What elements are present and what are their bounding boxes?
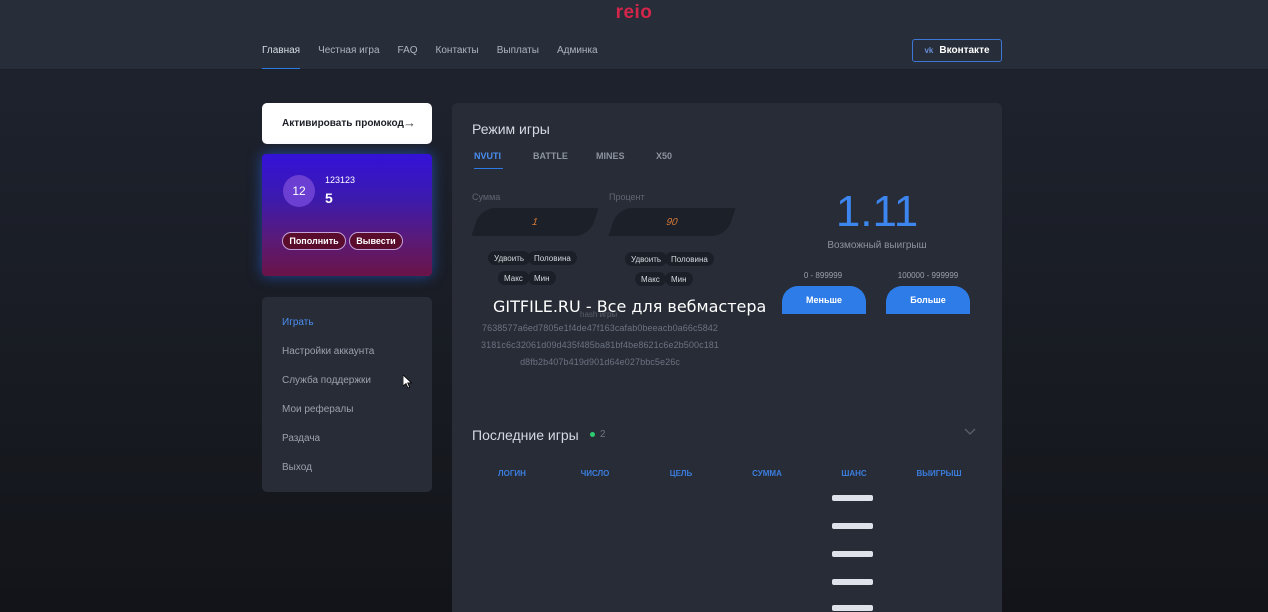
vk-button-label: Вконтакте bbox=[939, 45, 990, 56]
side-item-support[interactable]: Служба поддержки bbox=[282, 375, 371, 386]
nav-item-payouts[interactable]: Выплаты bbox=[497, 45, 539, 69]
nav-item-faq[interactable]: FAQ bbox=[398, 45, 418, 69]
loading-placeholder bbox=[832, 495, 873, 501]
last-games-count: 2 bbox=[600, 429, 606, 440]
tab-x50[interactable]: X50 bbox=[656, 151, 672, 170]
column-sum: СУММА bbox=[752, 469, 782, 478]
user-card: 12 123123 5 Пополнить Вывести bbox=[262, 154, 432, 276]
side-menu: Играть Настройки аккаунта Служба поддерж… bbox=[262, 297, 432, 492]
sum-input[interactable] bbox=[471, 208, 599, 236]
vk-login-button[interactable]: vk Вконтакте bbox=[912, 39, 1002, 62]
arrow-right-icon: → bbox=[403, 115, 416, 130]
withdraw-button[interactable]: Вывести bbox=[349, 232, 403, 250]
tab-mines[interactable]: MINES bbox=[596, 151, 625, 170]
nav-item-admin[interactable]: Админка bbox=[557, 45, 598, 69]
mouse-cursor-icon bbox=[403, 375, 412, 389]
loading-placeholder bbox=[832, 523, 873, 529]
last-games-title: Последние игры bbox=[472, 427, 579, 443]
nav-item-contacts[interactable]: Контакты bbox=[436, 45, 479, 69]
column-target: ЦЕЛЬ bbox=[669, 469, 693, 478]
online-dot bbox=[590, 432, 595, 437]
avatar: 12 bbox=[283, 175, 315, 207]
promo-label: Активировать промокод bbox=[282, 118, 404, 129]
sum-max-button[interactable]: Макс bbox=[498, 271, 529, 285]
possible-win-label: Возможный выигрыш bbox=[827, 240, 927, 251]
less-range: 0 - 899999 bbox=[803, 271, 843, 280]
user-name: 123123 bbox=[325, 175, 356, 185]
column-win: ВЫИГРЫШ bbox=[916, 469, 962, 478]
loading-placeholder bbox=[832, 579, 873, 585]
sum-half-button[interactable]: Половина bbox=[528, 251, 577, 265]
sum-label: Сумма bbox=[472, 192, 501, 202]
activate-promo-button[interactable]: Активировать промокод → bbox=[262, 103, 432, 144]
hash-line: 7638577a6ed7805e1f4de47f163cafab0beeacb0… bbox=[481, 323, 719, 333]
top-header: reio Главная Честная игра FAQ Контакты В… bbox=[0, 0, 1268, 70]
side-item-referrals[interactable]: Мои рефералы bbox=[282, 404, 353, 415]
game-mode-title: Режим игры bbox=[472, 121, 550, 137]
percent-max-button[interactable]: Макс bbox=[635, 272, 666, 286]
sum-double-button[interactable]: Удвоить bbox=[488, 251, 531, 265]
column-number: ЧИСЛО bbox=[580, 469, 610, 478]
side-item-account-settings[interactable]: Настройки аккаунта bbox=[282, 346, 374, 357]
percent-label: Процент bbox=[609, 192, 645, 202]
vk-icon: vk bbox=[924, 46, 934, 55]
hash-line: 3181c6c32061d09d435f485ba81bf4be8621c6e2… bbox=[480, 340, 720, 350]
side-item-play[interactable]: Играть bbox=[282, 317, 314, 328]
watermark-text: GITFILE.RU - Все для вебмастера bbox=[493, 297, 767, 316]
nav-item-home[interactable]: Главная bbox=[262, 45, 301, 69]
bet-more-button[interactable]: Больше bbox=[886, 286, 970, 314]
site-logo[interactable]: reio bbox=[0, 2, 1268, 24]
side-item-giveaway[interactable]: Раздача bbox=[282, 433, 320, 444]
side-item-logout[interactable]: Выход bbox=[282, 462, 312, 473]
chevron-down-icon[interactable] bbox=[964, 425, 976, 437]
tab-nvuti[interactable]: NVUTI bbox=[474, 151, 503, 170]
loading-placeholder bbox=[832, 605, 873, 611]
sum-min-button[interactable]: Мин bbox=[528, 271, 556, 285]
percent-input[interactable] bbox=[608, 208, 736, 236]
more-range: 100000 - 999999 bbox=[897, 271, 959, 280]
win-multiplier: 1.11 bbox=[835, 187, 919, 236]
percent-half-button[interactable]: Половина bbox=[665, 252, 714, 266]
main-nav: Главная Честная игра FAQ Контакты Выплат… bbox=[262, 45, 616, 69]
percent-double-button[interactable]: Удвоить bbox=[625, 252, 668, 266]
bet-less-button[interactable]: Меньше bbox=[782, 286, 866, 314]
nav-item-fair-game[interactable]: Честная игра bbox=[318, 45, 379, 69]
game-panel: Режим игры NVUTI BATTLE MINES X50 Сумма … bbox=[452, 103, 1002, 612]
column-chance: ШАНС bbox=[841, 469, 867, 478]
hash-line: d8fb2b407b419d901d64e027bbc5e26c bbox=[520, 357, 680, 367]
tab-battle[interactable]: BATTLE bbox=[533, 151, 568, 170]
percent-min-button[interactable]: Мин bbox=[665, 272, 693, 286]
user-balance: 5 bbox=[325, 190, 333, 206]
deposit-button[interactable]: Пополнить bbox=[282, 232, 346, 250]
column-login: ЛОГИН bbox=[498, 469, 526, 478]
loading-placeholder bbox=[832, 551, 873, 557]
